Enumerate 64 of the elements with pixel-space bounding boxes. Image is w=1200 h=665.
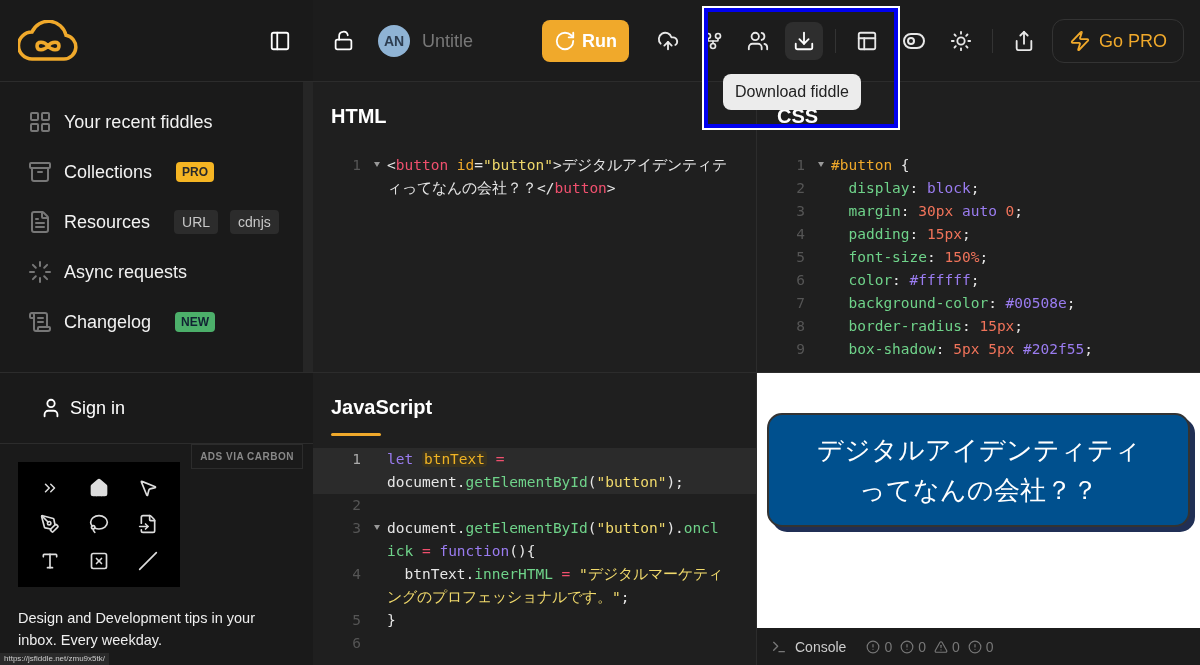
code-line: #button { xyxy=(831,156,911,175)
fold-icon[interactable] xyxy=(374,162,380,167)
badge: cdnjs xyxy=(230,210,279,234)
spinner-icon xyxy=(28,260,52,284)
code-line: border-radius: 15px; xyxy=(847,317,1025,336)
sidebar-item[interactable]: Your recent fiddles xyxy=(64,108,213,136)
download-icon[interactable] xyxy=(785,21,823,60)
code-line: let btnText = document.getElementById("button"); xyxy=(387,450,685,492)
sidebar-item[interactable]: Changelog xyxy=(64,308,152,336)
cloud-infinity-logo[interactable] xyxy=(18,19,78,62)
tooltip: Download fiddle xyxy=(723,74,861,110)
sidebar-item[interactable]: Collections xyxy=(64,158,153,186)
console-count[interactable]: 0 xyxy=(985,636,994,657)
file-icon xyxy=(137,514,158,535)
panel-title: HTML xyxy=(331,104,388,129)
console-count[interactable]: 0 xyxy=(884,636,893,657)
badge: URL xyxy=(174,210,219,234)
code-line: } xyxy=(387,611,397,630)
badge: NEW xyxy=(175,312,216,332)
list-icon xyxy=(28,310,52,334)
code-line: color: #ffffff; xyxy=(847,271,981,290)
sidebar-toggle-icon[interactable] xyxy=(269,29,291,52)
sidebar-item[interactable]: Resources xyxy=(64,208,151,236)
status-url: https://jsfiddle.net/zmu9x5tk/ xyxy=(0,653,109,665)
badge: PRO xyxy=(176,162,215,182)
code-line: padding: 15px; xyxy=(847,225,972,244)
lock-icon[interactable] xyxy=(333,30,354,51)
console-tab[interactable]: Console xyxy=(795,636,847,657)
code-line: font-size: 150%; xyxy=(847,248,990,267)
go-pro-button[interactable]: Go PRO xyxy=(1051,18,1184,63)
line-icon xyxy=(137,550,158,571)
fiddle-title[interactable]: Untitle xyxy=(422,26,534,55)
sign-in-link[interactable]: Sign in xyxy=(70,394,126,422)
document-icon xyxy=(28,210,52,234)
ads-label: ADS VIA CARBON xyxy=(191,444,303,469)
pen-icon xyxy=(40,514,61,535)
avatar[interactable]: AN xyxy=(378,24,410,57)
code-line: btnText.innerHTML = "デジタルマーケティ ングのプロフェッショナルです。"; xyxy=(387,565,724,607)
panel-title: JavaScript xyxy=(331,395,434,420)
alert-circle-icon xyxy=(866,639,881,654)
pointer-icon xyxy=(137,478,158,499)
warning-icon xyxy=(933,639,948,654)
home-icon xyxy=(89,478,109,499)
fold-icon[interactable] xyxy=(818,162,824,167)
console-count[interactable]: 0 xyxy=(918,636,926,657)
code-line: display: block; xyxy=(847,179,981,198)
frame-icon xyxy=(89,550,109,571)
alert-circle-icon xyxy=(967,639,982,654)
fold-icon[interactable] xyxy=(374,525,380,530)
ad-image[interactable] xyxy=(18,462,180,587)
lasso-icon xyxy=(89,514,109,535)
code-line: margin: 30px auto 0; xyxy=(847,202,1025,221)
alert-circle-icon xyxy=(900,639,915,654)
console-count[interactable]: 0 xyxy=(951,636,960,657)
lightning-icon xyxy=(1068,29,1091,52)
code-line: box-shadow: 5px 5px #202f55; xyxy=(847,340,1094,359)
refresh-icon xyxy=(554,29,576,52)
archive-icon xyxy=(28,160,52,184)
code-line: background-color: #00508e; xyxy=(847,294,1077,313)
line-number: 1 xyxy=(351,450,362,469)
ad-text[interactable]: Design and Development tips in your inbox. Every weekday. xyxy=(18,607,288,651)
sidebar-item[interactable]: Async requests xyxy=(64,258,188,286)
grid-icon xyxy=(28,110,52,134)
code-line: <button id="button">デジタルアイデンティテ ィってなんの会社？？</button> xyxy=(387,156,728,198)
